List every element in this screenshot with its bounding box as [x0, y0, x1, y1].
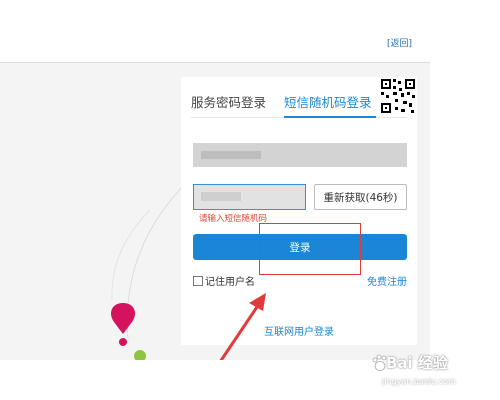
watermark-sub: jingyan.baidu.com [382, 377, 456, 386]
watermark-main: Bai 经验 [386, 354, 448, 372]
watermark: Bai 经验 jingyan.baidu.com [372, 350, 492, 394]
annotation-arrow [218, 293, 266, 363]
